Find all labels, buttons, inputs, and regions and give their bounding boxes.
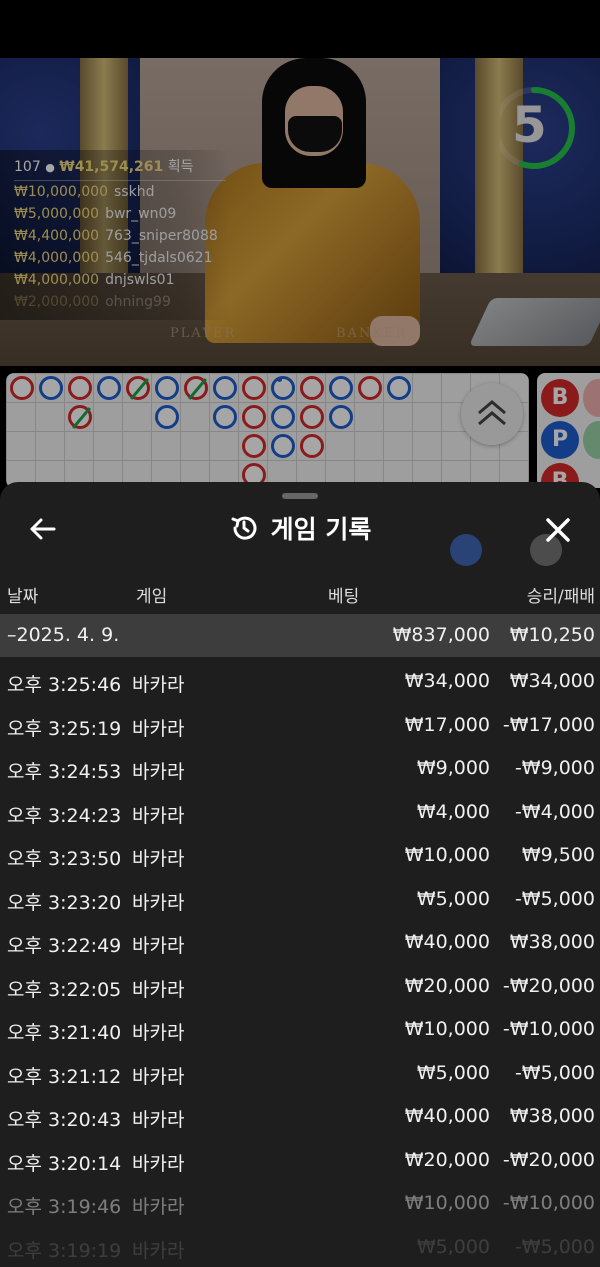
row-game: 바카라 — [132, 1152, 185, 1175]
row-bet: ₩34,000 — [404, 670, 490, 692]
row-game: 바카라 — [132, 891, 185, 914]
drag-handle[interactable] — [282, 493, 318, 499]
row-time: 오후 3:19:46 — [7, 1196, 122, 1218]
history-row[interactable]: 오후 3:20:43 바카라 ₩40,000 ₩38,000 — [0, 1095, 600, 1138]
row-result: -₩20,000 — [502, 974, 595, 997]
row-bet: ₩20,000 — [404, 974, 490, 997]
row-result: -₩20,000 — [502, 1148, 595, 1171]
history-row[interactable]: 오후 3:24:23 바카라 ₩4,000 -₩4,000 — [0, 791, 600, 834]
date-group-date: –2025. 4. 9. — [7, 624, 120, 646]
row-game: 바카라 — [132, 848, 185, 870]
row-bet: ₩5,000 — [416, 1235, 490, 1258]
row-time: 오후 3:21:40 — [7, 1022, 122, 1044]
column-header-result: 승리/패배 — [526, 587, 595, 607]
history-row[interactable]: 오후 3:25:46 바카라 ₩34,000 ₩34,000 — [0, 660, 600, 703]
row-bet: ₩9,000 — [416, 757, 490, 779]
row-result: -₩9,000 — [514, 757, 595, 779]
row-result: ₩34,000 — [509, 670, 595, 692]
row-game: 바카라 — [132, 761, 185, 783]
row-result: -₩5,000 — [514, 1061, 595, 1084]
row-time: 오후 3:20:14 — [7, 1152, 122, 1175]
row-bet: ₩40,000 — [404, 1105, 490, 1127]
row-result: -₩10,000 — [502, 1192, 595, 1214]
row-bet: ₩5,000 — [416, 1061, 490, 1084]
modal-backdrop[interactable] — [0, 58, 600, 498]
row-game: 바카라 — [132, 1065, 185, 1088]
history-row[interactable]: 오후 3:25:19 바카라 ₩17,000 -₩17,000 — [0, 704, 600, 747]
close-icon[interactable] — [540, 512, 576, 548]
row-time: 오후 3:23:20 — [7, 891, 122, 914]
video-toggle-icon[interactable] — [450, 534, 482, 566]
row-result: -₩10,000 — [502, 1018, 595, 1040]
game-history-sheet: 게임 기록 날짜 게임 베팅 승리/패배 –2025. 4. 9. ₩837,0… — [0, 482, 600, 1267]
row-result: -₩17,000 — [502, 713, 595, 736]
row-game: 바카라 — [132, 1239, 185, 1262]
history-row[interactable]: 오후 3:19:19 바카라 ₩5,000 -₩5,000 — [0, 1226, 600, 1267]
row-time: 오후 3:24:53 — [7, 761, 122, 783]
row-result: ₩38,000 — [509, 1105, 595, 1127]
row-result: -₩5,000 — [514, 1235, 595, 1258]
row-time: 오후 3:20:43 — [7, 1109, 122, 1131]
row-bet: ₩5,000 — [416, 887, 490, 910]
date-group-row[interactable]: –2025. 4. 9. ₩837,000 ₩10,250 — [0, 614, 600, 657]
history-row[interactable]: 오후 3:21:40 바카라 ₩10,000 -₩10,000 — [0, 1008, 600, 1051]
history-row[interactable]: 오후 3:22:49 바카라 ₩40,000 ₩38,000 — [0, 921, 600, 964]
column-header-date: 날짜 — [7, 587, 39, 607]
history-row[interactable]: 오후 3:21:12 바카라 ₩5,000 -₩5,000 — [0, 1052, 600, 1095]
top-bar — [0, 0, 600, 58]
history-row[interactable]: 오후 3:23:50 바카라 ₩10,000 ₩9,500 — [0, 834, 600, 877]
history-row[interactable]: 오후 3:24:53 바카라 ₩9,000 -₩9,000 — [0, 747, 600, 790]
row-game: 바카라 — [132, 717, 185, 740]
row-time: 오후 3:22:05 — [7, 978, 122, 1001]
row-time: 오후 3:25:19 — [7, 717, 122, 740]
row-time: 오후 3:25:46 — [7, 674, 122, 696]
row-game: 바카라 — [132, 1196, 185, 1218]
row-game: 바카라 — [132, 1022, 185, 1044]
row-bet: ₩20,000 — [404, 1148, 490, 1171]
row-time: 오후 3:24:23 — [7, 804, 122, 827]
history-row[interactable]: 오후 3:22:05 바카라 ₩20,000 -₩20,000 — [0, 965, 600, 1008]
row-game: 바카라 — [132, 978, 185, 1001]
row-result: -₩4,000 — [514, 800, 595, 823]
row-game: 바카라 — [132, 1109, 185, 1131]
row-bet: ₩10,000 — [404, 844, 490, 866]
row-game: 바카라 — [132, 804, 185, 827]
row-bet: ₩10,000 — [404, 1018, 490, 1040]
row-result: ₩38,000 — [509, 931, 595, 953]
row-time: 오후 3:22:49 — [7, 935, 122, 957]
sheet-header: 게임 기록 — [0, 510, 600, 547]
row-bet: ₩40,000 — [404, 931, 490, 953]
row-time: 오후 3:23:50 — [7, 848, 122, 870]
date-group-bet: ₩837,000 — [392, 624, 490, 646]
row-game: 바카라 — [132, 935, 185, 957]
row-bet: ₩4,000 — [416, 800, 490, 823]
history-row[interactable]: 오후 3:19:46 바카라 ₩10,000 -₩10,000 — [0, 1182, 600, 1225]
row-time: 오후 3:19:19 — [7, 1239, 122, 1262]
column-header-bet: 베팅 — [328, 587, 360, 607]
row-bet: ₩10,000 — [404, 1192, 490, 1214]
column-header-game: 게임 — [136, 587, 168, 607]
date-group-result: ₩10,250 — [509, 624, 595, 646]
history-icon — [231, 516, 257, 540]
sheet-title: 게임 기록 — [270, 515, 372, 544]
row-result: ₩9,500 — [521, 844, 595, 866]
history-row[interactable]: 오후 3:20:14 바카라 ₩20,000 -₩20,000 — [0, 1139, 600, 1182]
history-row[interactable]: 오후 3:23:20 바카라 ₩5,000 -₩5,000 — [0, 878, 600, 921]
row-time: 오후 3:21:12 — [7, 1065, 122, 1088]
row-game: 바카라 — [132, 674, 185, 696]
row-result: -₩5,000 — [514, 887, 595, 910]
row-bet: ₩17,000 — [404, 713, 490, 736]
